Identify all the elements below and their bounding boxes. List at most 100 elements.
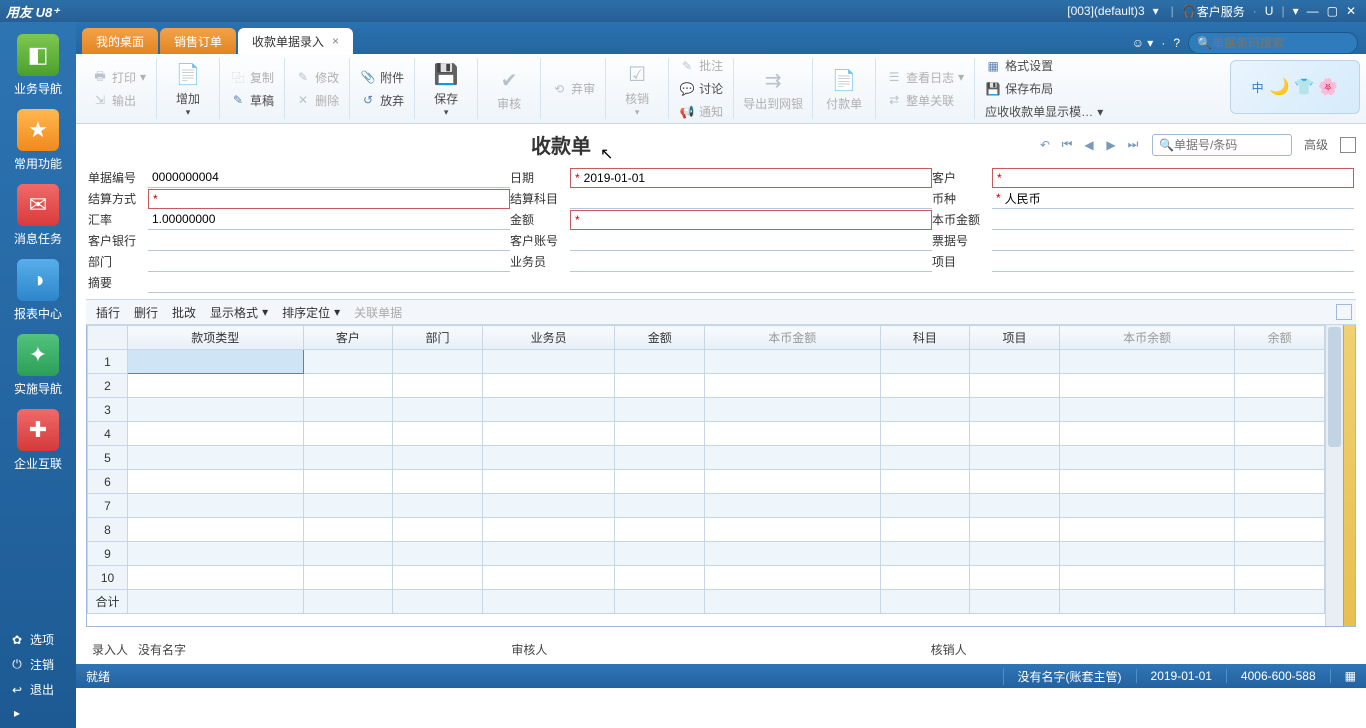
- grid-cell[interactable]: [705, 446, 881, 470]
- grid-cell[interactable]: [970, 470, 1060, 494]
- row-number[interactable]: 8: [88, 518, 128, 542]
- sort-locate[interactable]: 排序定位 ▾: [282, 304, 340, 321]
- row-number[interactable]: 9: [88, 542, 128, 566]
- grid-cell[interactable]: [1235, 374, 1325, 398]
- col-header[interactable]: 科目: [880, 326, 970, 350]
- field-摘要[interactable]: [148, 273, 1354, 293]
- grid-cell[interactable]: [482, 398, 615, 422]
- grid-cell[interactable]: [393, 470, 483, 494]
- grid-cell[interactable]: [128, 422, 304, 446]
- field-单据编号[interactable]: 0000000004: [148, 168, 510, 188]
- doc-search[interactable]: 🔍: [1152, 134, 1292, 156]
- row-number[interactable]: 10: [88, 566, 128, 590]
- field-票据号[interactable]: [992, 231, 1354, 251]
- dropdown-icon[interactable]: ▾: [1293, 4, 1299, 18]
- grid-cell[interactable]: [303, 566, 393, 590]
- grid-cell[interactable]: [705, 470, 881, 494]
- grid-cell[interactable]: [1059, 350, 1235, 374]
- nav-messages[interactable]: ✉消息任务: [6, 184, 70, 247]
- grid-cell[interactable]: [705, 518, 881, 542]
- field-业务员[interactable]: [570, 252, 932, 272]
- tab-receipt-entry[interactable]: 收款单据录入×: [238, 28, 353, 54]
- grid-cell[interactable]: [303, 446, 393, 470]
- nav-reports[interactable]: ◑报表中心: [6, 259, 70, 322]
- grid-cell[interactable]: [615, 374, 705, 398]
- grid-cell[interactable]: [1059, 566, 1235, 590]
- grid-cell[interactable]: [303, 518, 393, 542]
- first-icon[interactable]: ⏮: [1058, 137, 1076, 152]
- grid-cell[interactable]: [303, 422, 393, 446]
- grid-cell[interactable]: [1059, 374, 1235, 398]
- smile-icon[interactable]: ☺ ▾: [1132, 36, 1154, 50]
- draft-button[interactable]: ✎草稿: [226, 90, 278, 111]
- grid-cell[interactable]: [970, 422, 1060, 446]
- grid-cell[interactable]: [393, 518, 483, 542]
- grid-cell[interactable]: [393, 374, 483, 398]
- options-link[interactable]: ✿选项: [8, 627, 68, 652]
- u-menu[interactable]: U: [1265, 4, 1274, 18]
- grid-cell[interactable]: [880, 398, 970, 422]
- expand-icon[interactable]: [1336, 304, 1352, 320]
- grid-cell[interactable]: [482, 494, 615, 518]
- col-header[interactable]: 余额: [1235, 326, 1325, 350]
- grid-cell[interactable]: [1235, 422, 1325, 446]
- field-客户账号[interactable]: [570, 231, 932, 251]
- grid-cell[interactable]: [303, 470, 393, 494]
- template-button[interactable]: 应收收款单显示模… ▾: [981, 101, 1107, 122]
- grid-cell[interactable]: [128, 350, 304, 374]
- grid-cell[interactable]: [970, 350, 1060, 374]
- field-金额[interactable]: *: [570, 210, 932, 230]
- grid-cell[interactable]: [970, 518, 1060, 542]
- grid-cell[interactable]: [880, 374, 970, 398]
- tab-close-icon[interactable]: ×: [332, 34, 339, 48]
- row-number[interactable]: 1: [88, 350, 128, 374]
- edit-button[interactable]: ✎修改: [291, 67, 343, 88]
- field-结算方式[interactable]: *: [148, 189, 510, 209]
- tab-sales-order[interactable]: 销售订单: [160, 28, 236, 54]
- insert-row[interactable]: 插行: [96, 304, 120, 321]
- grid-cell[interactable]: [880, 470, 970, 494]
- discuss-button[interactable]: 💬讨论: [675, 78, 727, 99]
- print-button[interactable]: 🖶打印 ▾: [88, 67, 150, 88]
- export-button[interactable]: ⇲输出: [88, 90, 150, 111]
- grid-cell[interactable]: [482, 566, 615, 590]
- grid-cell[interactable]: [1235, 518, 1325, 542]
- grid-cell[interactable]: [1059, 398, 1235, 422]
- grid-cell[interactable]: [880, 446, 970, 470]
- grid-cell[interactable]: [393, 566, 483, 590]
- grid-cell[interactable]: [1059, 470, 1235, 494]
- grid-cell[interactable]: [615, 542, 705, 566]
- grid-cell[interactable]: [1059, 494, 1235, 518]
- savelayout-button[interactable]: 💾保存布局: [981, 78, 1107, 99]
- next-icon[interactable]: ▶: [1102, 138, 1120, 152]
- delete-row[interactable]: 删行: [134, 304, 158, 321]
- related-docs[interactable]: 关联单据: [354, 304, 402, 321]
- annotate-button[interactable]: ✎批注: [675, 55, 727, 76]
- notify-button[interactable]: 📢通知: [675, 101, 727, 122]
- col-header[interactable]: 金额: [615, 326, 705, 350]
- grid-cell[interactable]: [615, 398, 705, 422]
- grid-cell[interactable]: [970, 446, 1060, 470]
- doc-search-input[interactable]: [1174, 138, 1274, 152]
- maximize-icon[interactable]: ▢: [1327, 4, 1338, 18]
- grid-cell[interactable]: [482, 518, 615, 542]
- grid-cell[interactable]: [615, 446, 705, 470]
- grid-cell[interactable]: [615, 566, 705, 590]
- grid-cell[interactable]: [615, 518, 705, 542]
- grid-cell[interactable]: [970, 494, 1060, 518]
- account-info[interactable]: [003](default)3: [1067, 4, 1144, 18]
- batch-edit[interactable]: 批改: [172, 304, 196, 321]
- verify-button[interactable]: ☑核销▾: [612, 60, 662, 118]
- relate-button[interactable]: ⇄整单关联: [882, 90, 968, 111]
- grid-cell[interactable]: [1235, 542, 1325, 566]
- grid-cell[interactable]: [1235, 350, 1325, 374]
- col-header[interactable]: 项目: [970, 326, 1060, 350]
- field-本币金额[interactable]: [992, 210, 1354, 230]
- row-number[interactable]: 4: [88, 422, 128, 446]
- grid-cell[interactable]: [1235, 494, 1325, 518]
- copy-button[interactable]: ⿻复制: [226, 67, 278, 88]
- delete-button[interactable]: ✕删除: [291, 90, 343, 111]
- discard-button[interactable]: ↺放弃: [356, 90, 408, 111]
- status-grid-icon[interactable]: ▦: [1330, 669, 1356, 683]
- grid-cell[interactable]: [880, 494, 970, 518]
